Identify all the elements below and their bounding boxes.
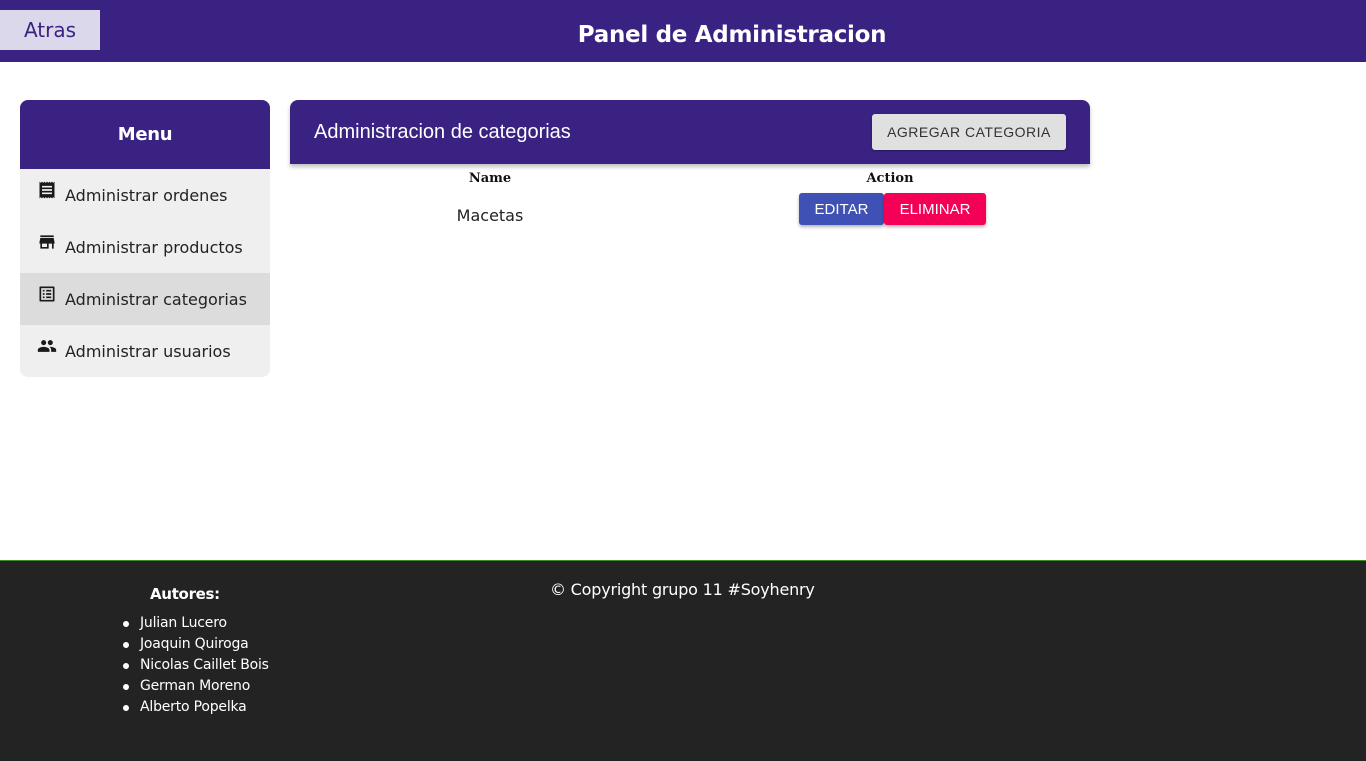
- table-cell-name: Macetas: [456, 206, 524, 225]
- panel-header: Administracion de categorias AGREGAR CAT…: [290, 100, 1090, 164]
- authors-list: Julian Lucero Joaquin Quiroga Nicolas Ca…: [123, 613, 269, 718]
- sidebar-item-categorias[interactable]: Administrar categorias: [20, 273, 270, 325]
- copyright-text: © Copyright grupo 11 #Soyhenry: [550, 580, 815, 599]
- add-category-button[interactable]: AGREGAR CATEGORIA: [872, 114, 1066, 150]
- receipt-icon: [36, 180, 58, 202]
- edit-button[interactable]: EDITAR: [799, 193, 884, 225]
- sidebar-item-label: Administrar categorias: [65, 289, 247, 309]
- authors-title: Autores:: [150, 585, 220, 603]
- page-title: Panel de Administracion: [577, 22, 887, 48]
- sidebar-item-ordenes[interactable]: Administrar ordenes: [20, 169, 270, 221]
- panel-title: Administracion de categorias: [314, 121, 571, 143]
- list-item: German Moreno: [123, 676, 269, 697]
- list-alt-icon: [36, 284, 58, 306]
- list-item: Nicolas Caillet Bois: [123, 655, 269, 676]
- sidebar-item-usuarios[interactable]: Administrar usuarios: [20, 325, 270, 377]
- list-item: Julian Lucero: [123, 613, 269, 634]
- list-item: Joaquin Quiroga: [123, 634, 269, 655]
- top-bar: Atras Panel de Administracion: [0, 0, 1366, 62]
- column-header-name: Name: [468, 171, 512, 186]
- people-icon: [36, 336, 58, 358]
- store-icon: [36, 232, 58, 254]
- delete-button[interactable]: ELIMINAR: [884, 193, 986, 225]
- sidebar-menu: Menu Administrar ordenes Administrar pro…: [20, 100, 270, 377]
- footer: Autores: Julian Lucero Joaquin Quiroga N…: [0, 560, 1366, 761]
- sidebar-item-label: Administrar productos: [65, 237, 243, 257]
- menu-title: Menu: [20, 100, 270, 169]
- sidebar-item-label: Administrar ordenes: [65, 185, 228, 205]
- sidebar-item-productos[interactable]: Administrar productos: [20, 221, 270, 273]
- column-header-action: Action: [866, 171, 914, 186]
- sidebar-item-label: Administrar usuarios: [65, 341, 231, 361]
- list-item: Alberto Popelka: [123, 697, 269, 718]
